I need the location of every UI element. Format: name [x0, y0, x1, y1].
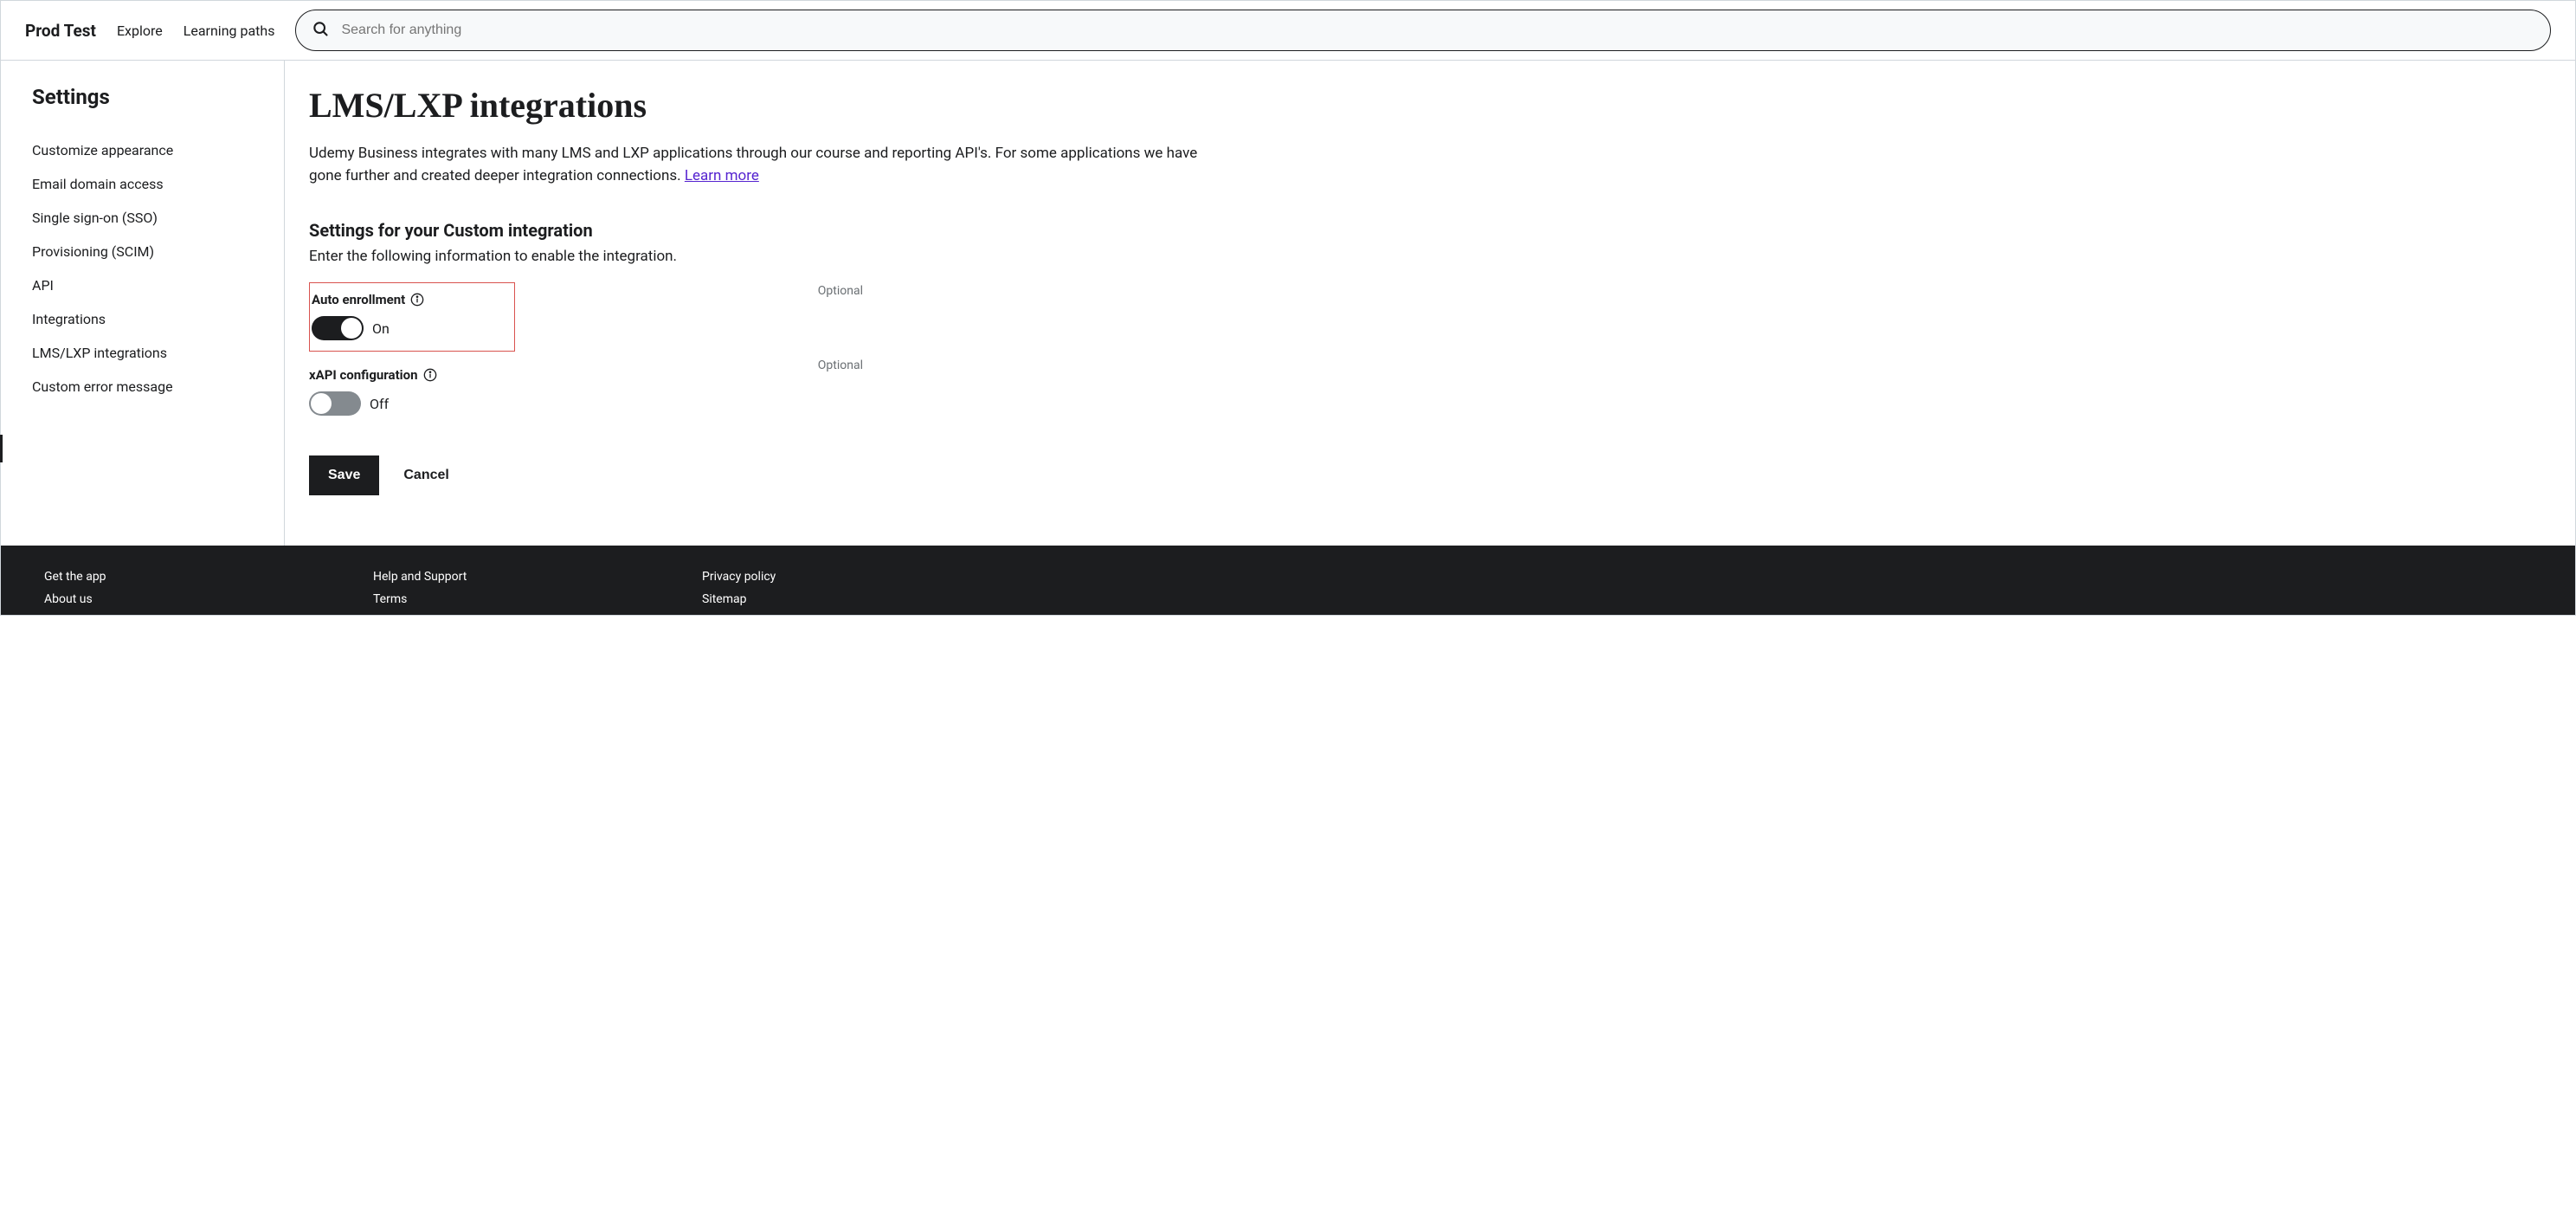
- section-subtitle: Enter the following information to enabl…: [309, 248, 2541, 265]
- auto-enrollment-state: On: [372, 320, 390, 337]
- learn-more-link[interactable]: Learn more: [685, 167, 759, 184]
- page-title: LMS/LXP integrations: [309, 85, 2541, 126]
- toggle-knob: [341, 318, 362, 339]
- settings-sidebar: Settings Customize appearance Email doma…: [1, 61, 285, 546]
- sidebar-item-sso[interactable]: Single sign-on (SSO): [32, 201, 284, 235]
- xapi-label: xAPI configuration: [309, 367, 418, 383]
- footer-terms[interactable]: Terms: [373, 592, 546, 606]
- auto-enrollment-label: Auto enrollment: [312, 292, 405, 307]
- brand-name[interactable]: Prod Test: [25, 21, 96, 41]
- section-title: Settings for your Custom integration: [309, 220, 2541, 241]
- auto-enrollment-block: Auto enrollment On: [309, 282, 515, 352]
- xapi-state: Off: [370, 396, 389, 412]
- info-icon[interactable]: [410, 293, 424, 307]
- sidebar-item-provisioning-scim[interactable]: Provisioning (SCIM): [32, 235, 284, 268]
- xapi-optional-tag: Optional: [818, 357, 863, 372]
- xapi-block: xAPI configuration Off: [309, 357, 437, 424]
- auto-enrollment-optional-tag: Optional: [818, 282, 863, 298]
- save-button[interactable]: Save: [309, 455, 379, 495]
- footer-about-us[interactable]: About us: [44, 592, 217, 606]
- search-icon: [312, 20, 329, 41]
- auto-enrollment-toggle[interactable]: [312, 316, 364, 340]
- sidebar-item-integrations[interactable]: Integrations: [32, 302, 284, 336]
- active-indicator: [0, 435, 3, 462]
- sidebar-title: Settings: [32, 85, 284, 109]
- footer-sitemap[interactable]: Sitemap: [702, 592, 875, 606]
- info-icon[interactable]: [423, 368, 437, 382]
- cancel-button[interactable]: Cancel: [403, 468, 448, 483]
- footer-help-support[interactable]: Help and Support: [373, 570, 546, 584]
- xapi-toggle[interactable]: [309, 391, 361, 416]
- main-content: LMS/LXP integrations Udemy Business inte…: [285, 61, 2575, 546]
- sidebar-item-lms-lxp-integrations[interactable]: LMS/LXP integrations: [32, 336, 284, 370]
- nav-learning-paths[interactable]: Learning paths: [184, 23, 275, 39]
- nav-explore[interactable]: Explore: [117, 23, 163, 39]
- sidebar-item-custom-error-message[interactable]: Custom error message: [32, 370, 284, 404]
- sidebar-item-customize-appearance[interactable]: Customize appearance: [32, 133, 284, 167]
- footer-privacy-policy[interactable]: Privacy policy: [702, 570, 875, 584]
- toggle-knob: [311, 393, 332, 414]
- header-bar: Prod Test Explore Learning paths: [1, 1, 2575, 61]
- sidebar-item-email-domain-access[interactable]: Email domain access: [32, 167, 284, 201]
- search-input[interactable]: [341, 23, 2534, 38]
- footer-get-the-app[interactable]: Get the app: [44, 570, 217, 584]
- search-field[interactable]: [295, 10, 2551, 51]
- footer: Get the app About us Help and Support Te…: [1, 546, 2575, 615]
- sidebar-item-api[interactable]: API: [32, 268, 284, 302]
- page-description: Udemy Business integrates with many LMS …: [309, 143, 1218, 187]
